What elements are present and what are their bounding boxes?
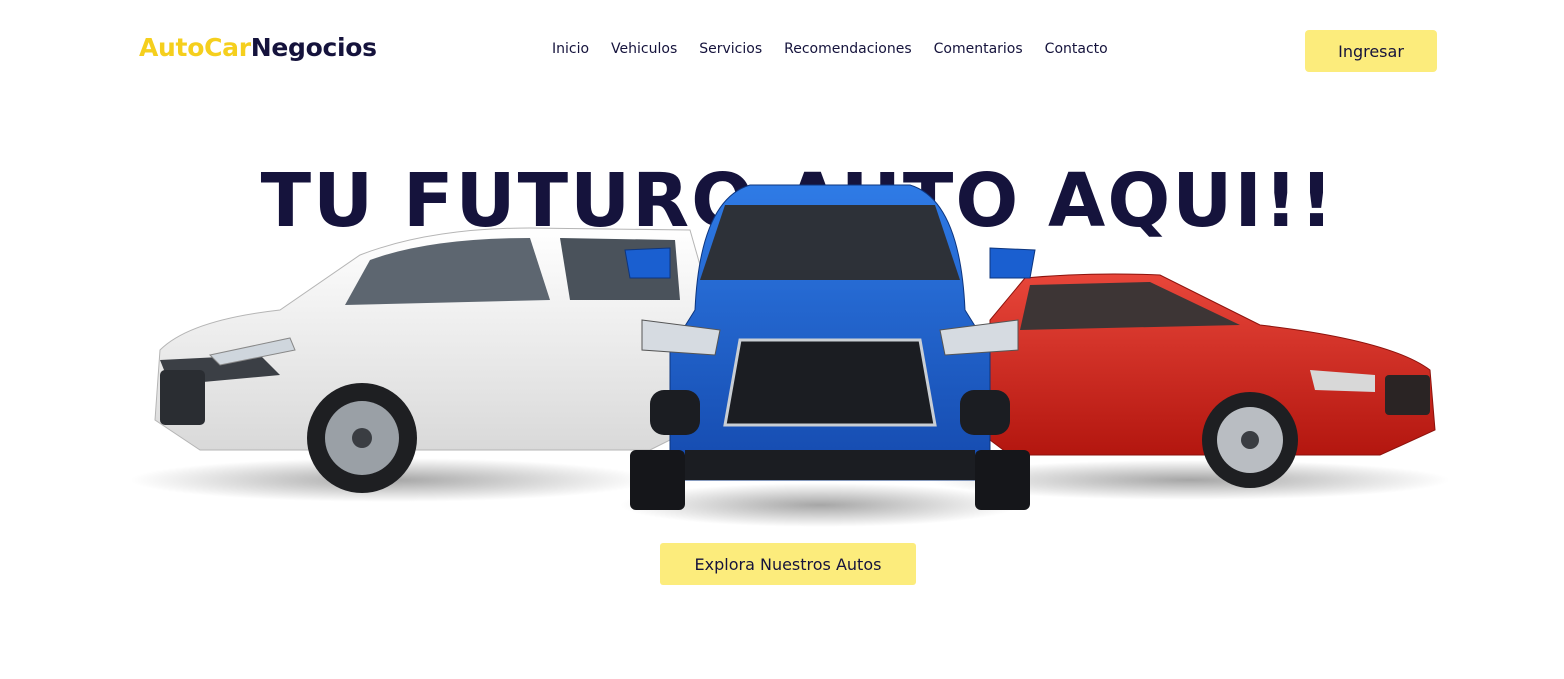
main-nav: Inicio Vehiculos Servicios Recomendacion… bbox=[552, 41, 1108, 57]
explore-cars-button[interactable]: Explora Nuestros Autos bbox=[660, 543, 916, 585]
page: AutoCarNegocios Inicio Vehiculos Servici… bbox=[0, 0, 1564, 679]
logo-part-negocios: Negocios bbox=[250, 33, 377, 62]
red-sedan bbox=[989, 273, 1436, 488]
nav-link-servicios[interactable]: Servicios bbox=[699, 41, 762, 57]
nav-link-inicio[interactable]: Inicio bbox=[552, 41, 589, 57]
white-suv bbox=[154, 227, 711, 493]
hero-cars-image bbox=[130, 184, 1450, 527]
nav-link-recomendaciones[interactable]: Recomendaciones bbox=[784, 41, 912, 57]
nav-link-comentarios[interactable]: Comentarios bbox=[934, 41, 1023, 57]
login-button[interactable]: Ingresar bbox=[1305, 30, 1437, 72]
logo-part-autocar: AutoCar bbox=[139, 33, 251, 62]
nav-link-vehiculos[interactable]: Vehiculos bbox=[611, 41, 677, 57]
nav-link-contacto[interactable]: Contacto bbox=[1045, 41, 1108, 57]
brand-logo[interactable]: AutoCarNegocios bbox=[139, 33, 377, 62]
